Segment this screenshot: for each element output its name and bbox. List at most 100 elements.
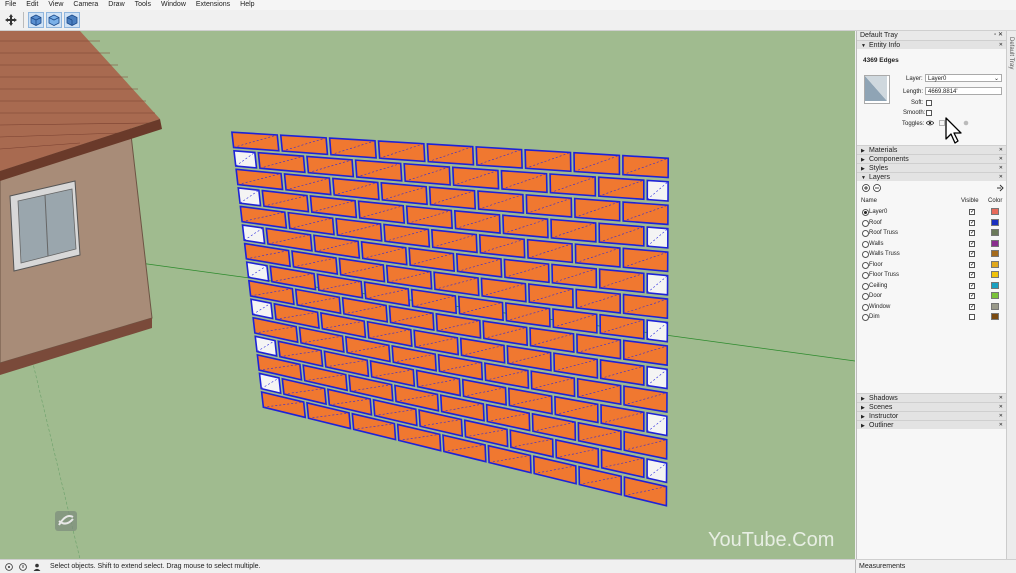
layer-row[interactable]: Ceiling ✓ — [857, 281, 1007, 292]
shadow-receive-icon[interactable] — [963, 120, 969, 128]
close-icon[interactable]: ✕ — [999, 412, 1006, 420]
layer-row[interactable]: Walls Truss ✓ — [857, 250, 1007, 260]
scenes-header[interactable]: ▶ Scenes ✕ — [857, 402, 1006, 411]
menu-item-view[interactable]: View — [43, 0, 68, 10]
tray-side-tab[interactable]: Default Tray — [1006, 31, 1016, 559]
layer-visible-checkbox[interactable]: ✓ — [969, 209, 975, 215]
credits-icon[interactable] — [18, 562, 28, 572]
layer-row[interactable]: Dim — [857, 313, 1007, 323]
layer-row[interactable]: Floor Truss ✓ — [857, 271, 1007, 281]
menu-item-file[interactable]: File — [0, 0, 21, 10]
close-icon[interactable]: ✕ — [999, 403, 1006, 411]
layer-color-swatch[interactable] — [991, 250, 999, 257]
details-arrow-icon[interactable] — [996, 184, 1004, 194]
active-layer-radio[interactable] — [862, 293, 869, 300]
layer-row[interactable]: Layer0 ✓ — [857, 208, 1007, 218]
layer-visible-checkbox[interactable] — [969, 314, 975, 320]
active-layer-radio[interactable] — [862, 230, 869, 237]
active-layer-radio[interactable] — [862, 251, 869, 258]
menu-item-help[interactable]: Help — [235, 0, 259, 10]
close-icon[interactable]: ✕ — [999, 394, 1006, 402]
layer-visible-checkbox[interactable]: ✓ — [969, 261, 975, 268]
measurements-box[interactable]: Measurements — [855, 560, 1016, 573]
brick — [477, 190, 525, 214]
move-icon[interactable] — [3, 12, 19, 28]
drawing-viewport[interactable] — [0, 31, 855, 559]
components-header[interactable]: ▶ Components ✕ — [857, 154, 1006, 163]
layer-visible-checkbox[interactable]: ✓ — [969, 240, 975, 247]
layer-visible-checkbox[interactable]: ✓ — [969, 219, 975, 226]
layer-visible-checkbox[interactable]: ✓ — [969, 251, 975, 257]
smooth-checkbox[interactable] — [926, 110, 932, 116]
close-icon[interactable]: ✕ — [999, 41, 1006, 49]
user-icon[interactable] — [32, 562, 42, 572]
layer-row[interactable]: Walls ✓ — [857, 239, 1007, 250]
layer-visible-checkbox[interactable]: ✓ — [969, 293, 975, 299]
active-layer-radio[interactable] — [862, 272, 869, 279]
layer-row[interactable]: Window ✓ — [857, 302, 1007, 313]
layer-visible-checkbox[interactable]: ✓ — [969, 282, 975, 289]
layer-visible-checkbox[interactable]: ✓ — [969, 230, 975, 236]
layer-row[interactable]: Roof ✓ — [857, 218, 1007, 229]
active-layer-radio[interactable] — [862, 219, 869, 227]
layer-color-swatch[interactable] — [991, 271, 999, 278]
layer-row[interactable]: Floor ✓ — [857, 260, 1007, 271]
close-icon[interactable]: ✕ — [998, 32, 1003, 38]
delete-layer-icon[interactable] — [873, 184, 881, 194]
layer-color-swatch[interactable] — [991, 302, 999, 310]
iso-view-icon[interactable] — [28, 12, 44, 28]
brick — [405, 205, 453, 230]
menu-item-draw[interactable]: Draw — [103, 0, 129, 10]
eye-icon[interactable] — [925, 120, 935, 128]
layer-visible-checkbox[interactable]: ✓ — [969, 272, 975, 278]
brick — [241, 224, 266, 245]
brick — [599, 313, 645, 340]
active-layer-radio[interactable] — [862, 282, 869, 290]
instructor-header[interactable]: ▶ Instructor ✕ — [857, 411, 1006, 420]
menu-item-camera[interactable]: Camera — [68, 0, 103, 10]
menu-item-tools[interactable]: Tools — [130, 0, 156, 10]
layer-color-swatch[interactable] — [991, 229, 999, 236]
layer-color-swatch[interactable] — [991, 260, 999, 268]
length-field[interactable]: 4669.8814' — [925, 87, 1002, 95]
menu-item-window[interactable]: Window — [156, 0, 191, 10]
active-layer-radio[interactable] — [862, 314, 869, 321]
shadows-header[interactable]: ▶ Shadows ✕ — [857, 393, 1006, 402]
close-icon[interactable]: ✕ — [999, 421, 1006, 429]
soft-checkbox[interactable] — [926, 100, 932, 106]
menu-item-edit[interactable]: Edit — [21, 0, 43, 10]
geo-location-icon[interactable] — [4, 562, 14, 572]
layer-visible-checkbox[interactable]: ✓ — [969, 303, 975, 310]
entity-info-header[interactable]: ▼ Entity Info ✕ — [857, 40, 1006, 49]
top-view-icon[interactable] — [46, 12, 62, 28]
tray-controls[interactable]: ▫ ✕ — [994, 31, 1006, 40]
layers-header[interactable]: ▼ Layers ✕ — [857, 172, 1006, 181]
styles-header[interactable]: ▶ Styles ✕ — [857, 163, 1006, 172]
brick — [451, 166, 500, 190]
layer-color-swatch[interactable] — [991, 218, 999, 226]
materials-header[interactable]: ▶ Materials ✕ — [857, 145, 1006, 154]
layer-select[interactable]: Layer0 ⌄ — [925, 74, 1002, 82]
layer-row[interactable]: Door ✓ — [857, 292, 1007, 302]
close-icon[interactable]: ✕ — [999, 155, 1006, 163]
layer-color-swatch[interactable] — [991, 313, 999, 320]
active-layer-radio[interactable] — [862, 303, 869, 311]
active-layer-radio[interactable] — [862, 240, 869, 248]
layer-color-swatch[interactable] — [991, 281, 999, 289]
add-layer-icon[interactable] — [862, 184, 870, 194]
pin-icon[interactable]: ▫ — [994, 32, 996, 38]
layer-row[interactable]: Roof Truss ✓ — [857, 229, 1007, 239]
smooth-label: Smooth: — [903, 110, 926, 116]
close-icon[interactable]: ✕ — [999, 173, 1006, 181]
active-layer-radio[interactable] — [862, 261, 869, 269]
close-icon[interactable]: ✕ — [999, 146, 1006, 154]
brick — [502, 214, 549, 239]
layer-color-swatch[interactable] — [991, 239, 999, 247]
close-icon[interactable]: ✕ — [999, 164, 1006, 172]
layer-color-swatch[interactable] — [991, 292, 999, 299]
menu-item-extensions[interactable]: Extensions — [191, 0, 235, 10]
outliner-header[interactable]: ▶ Outliner ✕ — [857, 420, 1006, 429]
layer-color-swatch[interactable] — [991, 208, 999, 215]
front-view-icon[interactable] — [64, 12, 80, 28]
active-layer-radio[interactable] — [862, 209, 869, 216]
